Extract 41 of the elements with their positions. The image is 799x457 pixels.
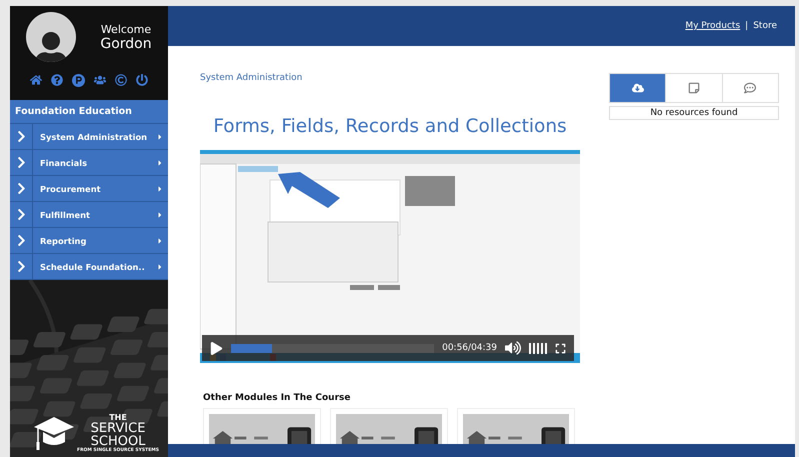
section-heading: Other Modules In The Course xyxy=(203,393,352,403)
section-header: Foundation Education xyxy=(10,100,168,124)
progress-track[interactable] xyxy=(231,344,434,352)
caret-icon xyxy=(156,184,164,192)
caret-icon xyxy=(156,262,164,270)
quality-icon[interactable] xyxy=(529,342,547,354)
caret-icon xyxy=(156,236,164,244)
logo-text: SCHOOL xyxy=(90,434,146,448)
page-title: Forms, Fields, Records and Collections xyxy=(212,116,568,137)
caret-icon xyxy=(156,210,164,218)
resource-tab[interactable] xyxy=(610,74,666,102)
logo-text: THE xyxy=(109,414,127,422)
separator: | xyxy=(745,21,748,31)
sidebar-item[interactable]: Financials xyxy=(10,150,168,176)
sidebar-item[interactable]: Schedule Foundation.. xyxy=(10,254,168,280)
empty-message: No resources found xyxy=(609,106,779,120)
play-icon[interactable] xyxy=(210,342,223,354)
sidebar-item[interactable]: System Administration xyxy=(10,124,168,150)
comment-icon xyxy=(744,82,756,94)
note-icon xyxy=(688,82,700,94)
sidebar-item[interactable]: Fulfillment xyxy=(10,202,168,228)
welcome-text: Welcome xyxy=(100,22,152,36)
users-icon[interactable] xyxy=(94,74,106,86)
products-link[interactable]: My Products xyxy=(685,21,740,31)
help-icon[interactable] xyxy=(51,74,63,86)
caret-icon xyxy=(156,132,164,140)
volume-icon[interactable] xyxy=(505,340,521,356)
copyright-icon[interactable] xyxy=(115,74,127,86)
store-link[interactable]: Store xyxy=(753,21,777,31)
power-icon[interactable] xyxy=(136,74,148,86)
logo-text: SERVICE xyxy=(90,422,146,434)
caret-icon xyxy=(156,158,164,166)
user-name: Gordon xyxy=(100,36,152,52)
breadcrumb[interactable]: System Administration xyxy=(200,73,580,83)
cloud-download-icon xyxy=(632,82,644,94)
home-icon[interactable] xyxy=(30,74,42,86)
video-time: 00:56/04:39 xyxy=(442,343,497,353)
sidebar-item[interactable]: Procurement xyxy=(10,176,168,202)
fullscreen-icon[interactable] xyxy=(555,342,566,354)
sidebar-item[interactable]: Reporting xyxy=(10,228,168,254)
p-circle-icon[interactable] xyxy=(72,74,85,87)
